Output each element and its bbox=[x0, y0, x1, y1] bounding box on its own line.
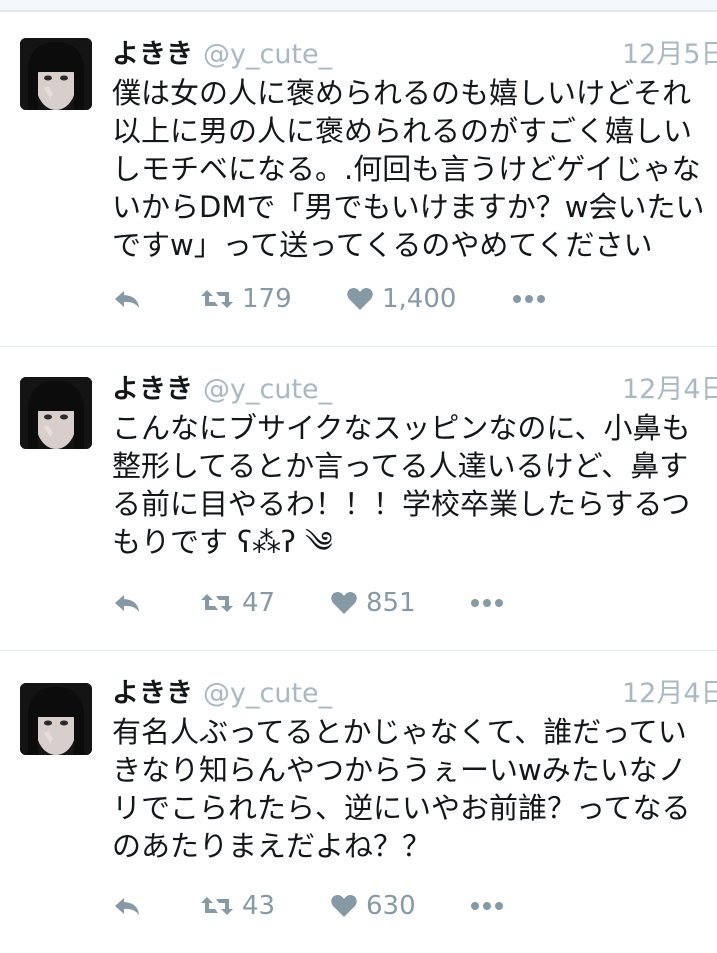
tweet[interactable]: よきき @y_cute_ 12月4日 こんなにブサイクなスッピンなのに、小鼻も 整… bbox=[0, 346, 717, 651]
retweet-icon bbox=[201, 897, 233, 915]
tweet-text: こんなにブサイクなスッピンなのに、小鼻も 整形してるとか言ってる人達いるけど、鼻… bbox=[112, 409, 717, 561]
tweet[interactable]: よきき @y_cute_ 12月5日 僕は女の人に褒められるのも嬉しいけどそれ 以… bbox=[0, 11, 717, 347]
retweet-icon bbox=[201, 594, 233, 612]
display-name[interactable]: よきき bbox=[112, 39, 193, 70]
tweet-text-line: しモチベになる。.何回も言うけどゲイじゃな bbox=[112, 152, 701, 186]
retweet-count: 47 bbox=[242, 588, 276, 618]
tweet-text: 有名人ぶってるとかじゃなくて、誰だってい きなり知らんやつからうぇーいwみたいな… bbox=[112, 713, 717, 865]
timestamp[interactable]: 12月5日 bbox=[622, 32, 717, 71]
retweet-count: 43 bbox=[242, 891, 276, 921]
like-button[interactable]: 630 bbox=[330, 889, 416, 923]
tweet-text-line: 整形してるとか言ってる人達いるけど、鼻す bbox=[112, 449, 689, 483]
tweet-text-line: る前に目やるわ！！！学校卒業したらするつ bbox=[112, 487, 691, 521]
like-icon bbox=[347, 288, 373, 310]
retweet-button[interactable]: 179 bbox=[200, 282, 292, 316]
like-count: 851 bbox=[366, 588, 416, 618]
retweet-button[interactable]: 43 bbox=[200, 889, 275, 923]
reply-button[interactable] bbox=[112, 282, 142, 316]
timestamp[interactable]: 12月4日 bbox=[622, 671, 717, 710]
retweet-icon bbox=[201, 290, 233, 308]
like-icon bbox=[331, 895, 357, 917]
tweet-text-line: もりです ʕ⁂ʔ ༄ bbox=[112, 525, 333, 559]
tweet-actions: 47 851 bbox=[112, 586, 672, 620]
user-handle[interactable]: @y_cute_ bbox=[203, 374, 332, 405]
more-icon bbox=[471, 599, 503, 607]
more-icon bbox=[513, 295, 545, 303]
tweet-text-line: きなり知らんやつからうぇーいwみたいなノ bbox=[112, 753, 687, 787]
like-icon bbox=[331, 592, 357, 614]
reply-icon bbox=[115, 291, 139, 308]
tweet-text-line: 有名人ぶってるとかじゃなくて、誰だってい bbox=[112, 715, 687, 749]
more-button[interactable] bbox=[470, 586, 504, 620]
tweet-text-line: 以上に男の人に褒められるのがすごく嬉しい bbox=[112, 114, 693, 148]
timestamp[interactable]: 12月4日 bbox=[622, 367, 717, 406]
tweet[interactable]: よきき @y_cute_ 12月4日 有名人ぶってるとかじゃなくて、誰だってい き… bbox=[0, 650, 717, 953]
avatar[interactable] bbox=[20, 377, 92, 449]
tweet-text-line: 僕は女の人に褒められるのも嬉しいけどそれ bbox=[112, 76, 692, 110]
display-name[interactable]: よきき bbox=[112, 374, 193, 405]
like-count: 630 bbox=[366, 891, 416, 921]
like-button[interactable]: 1,400 bbox=[346, 282, 456, 316]
tweet-text-line: リでこられたら、逆にいやお前誰？ってなる bbox=[112, 791, 691, 825]
tweet-actions: 43 630 bbox=[112, 889, 672, 923]
retweet-count: 179 bbox=[242, 284, 292, 314]
user-handle[interactable]: @y_cute_ bbox=[203, 39, 332, 70]
avatar[interactable] bbox=[20, 38, 92, 110]
tweet-text-line: いからDMで「男でもいけますか？w会いたい bbox=[112, 190, 705, 224]
retweet-button[interactable]: 47 bbox=[200, 586, 275, 620]
more-button[interactable] bbox=[512, 282, 546, 316]
like-button[interactable]: 851 bbox=[330, 586, 416, 620]
user-handle[interactable]: @y_cute_ bbox=[203, 678, 332, 709]
more-button[interactable] bbox=[470, 889, 504, 923]
reply-button[interactable] bbox=[112, 889, 142, 923]
tweet-text-line: のあたりまえだよね？？ bbox=[112, 829, 432, 863]
reply-icon bbox=[115, 898, 139, 915]
tweet-actions: 179 1,400 bbox=[112, 282, 672, 316]
more-icon bbox=[471, 902, 503, 910]
tweet-header: よきき @y_cute_ 12月4日 bbox=[112, 367, 717, 407]
reply-button[interactable] bbox=[112, 586, 142, 620]
timeline: よきき @y_cute_ 12月5日 僕は女の人に褒められるのも嬉しいけどそれ 以… bbox=[0, 0, 717, 953]
tweet-text-line: こんなにブサイクなスッピンなのに、小鼻も bbox=[112, 411, 691, 445]
tweet-header: よきき @y_cute_ 12月4日 bbox=[112, 671, 717, 711]
display-name[interactable]: よきき bbox=[112, 678, 193, 709]
timeline-top-gap bbox=[0, 0, 717, 11]
tweet-text: 僕は女の人に褒められるのも嬉しいけどそれ 以上に男の人に褒められるのがすごく嬉し… bbox=[112, 74, 717, 264]
tweet-text-line: ですw」って送ってくるのやめてください bbox=[112, 228, 653, 262]
reply-icon bbox=[115, 595, 139, 612]
avatar[interactable] bbox=[20, 683, 92, 755]
tweet-header: よきき @y_cute_ 12月5日 bbox=[112, 32, 717, 72]
like-count: 1,400 bbox=[382, 284, 457, 314]
